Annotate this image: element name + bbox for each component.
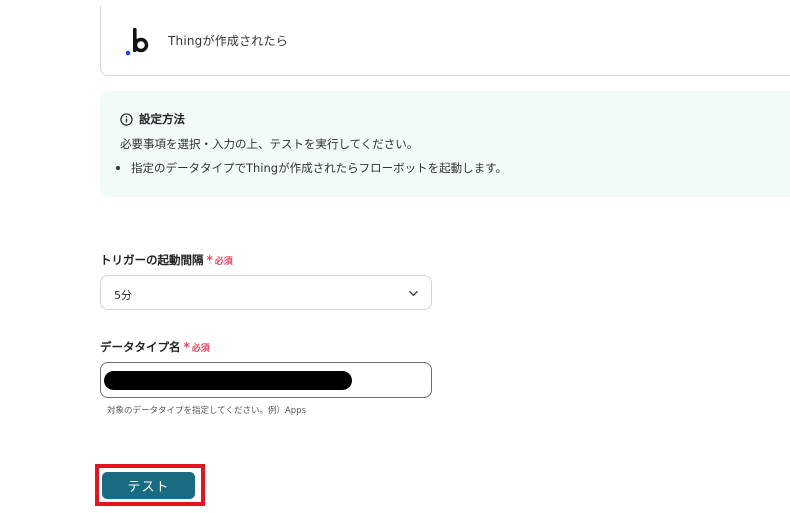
bullet-dot xyxy=(116,166,120,170)
b-logo-icon xyxy=(125,28,149,56)
required-mark: * xyxy=(206,253,213,267)
trigger-title: Thingが作成されたら xyxy=(168,34,288,48)
chevron-down-icon xyxy=(409,290,418,297)
required-text: 必須 xyxy=(214,256,233,267)
data-type-label-text: データタイプ名 xyxy=(100,340,181,354)
info-bullet: 指定のデータタイプでThingが作成されたらフローボットを起動します。 xyxy=(114,160,507,176)
interval-label: トリガーの起動間隔 * 必須 xyxy=(100,252,233,268)
info-box: 設定方法 必要事項を選択・入力の上、テストを実行してください。 指定のデータタイ… xyxy=(100,91,790,197)
data-type-input[interactable] xyxy=(100,362,432,398)
info-description: 必要事項を選択・入力の上、テストを実行してください。 xyxy=(120,137,419,151)
info-circle-icon xyxy=(120,112,133,126)
test-button[interactable]: テスト xyxy=(102,472,195,499)
required-mark: * xyxy=(183,340,190,354)
required-text: 必須 xyxy=(191,343,210,354)
data-type-hint: 対象のデータタイプを指定してください。例）Apps xyxy=(107,406,307,416)
redacted-value xyxy=(104,371,352,390)
trigger-card[interactable]: Thingが作成されたら xyxy=(100,6,790,76)
info-header: 設定方法 xyxy=(120,111,185,127)
interval-label-text: トリガーの起動間隔 xyxy=(100,253,204,267)
interval-select-value: 5分 xyxy=(114,289,132,302)
info-title: 設定方法 xyxy=(139,112,185,126)
info-bullet-text: 指定のデータタイプでThingが作成されたらフローボットを起動します。 xyxy=(131,161,507,175)
page: Thingが作成されたら 設定方法 必要事項を選択・入力の上、テストを実行してく… xyxy=(0,0,790,513)
data-type-label: データタイプ名 * 必須 xyxy=(100,339,210,355)
interval-select[interactable]: 5分 xyxy=(100,275,432,310)
